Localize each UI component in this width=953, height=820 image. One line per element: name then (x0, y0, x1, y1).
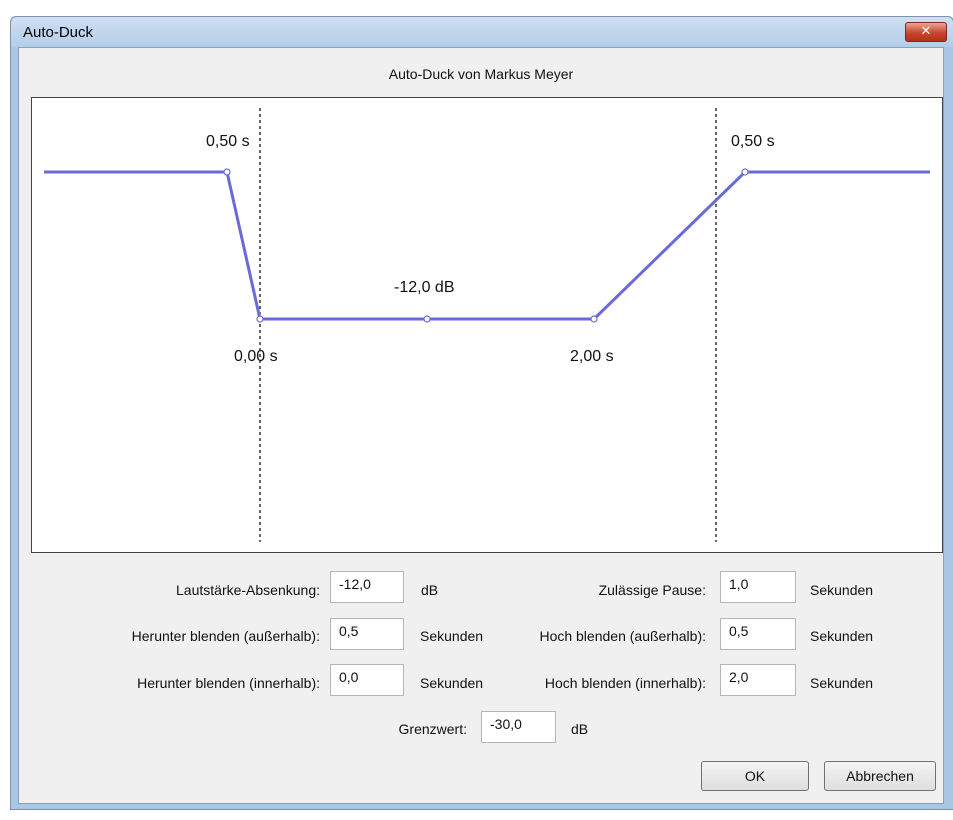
threshold-unit: dB (571, 721, 589, 737)
label-outer-fade-up: 0,50 s (731, 133, 775, 150)
envelope-graph[interactable]: 0,50 s 0,50 s -12,0 dB 0,00 s 2,00 s (31, 97, 943, 553)
threshold-label: Grenzwert: (398, 721, 467, 737)
dialog-client-area: Auto-Duck von Markus Meyer 0,50 s 0,50 s… (18, 47, 944, 804)
outer-fade-down-label: Herunter blenden (außerhalb): (131, 628, 320, 644)
outer-fade-up-unit: Sekunden (810, 628, 874, 644)
dialog-subtitle: Auto-Duck von Markus Meyer (388, 66, 574, 82)
label-inner-fade-up: 2,00 s (570, 348, 614, 365)
outer-fade-down-field[interactable]: 0,5 (330, 618, 404, 650)
label-duck-amount: -12,0 dB (394, 279, 455, 296)
outer-fade-up-field[interactable]: 0,5 (720, 618, 796, 650)
ok-button[interactable]: OK (701, 761, 809, 791)
max-pause-label: Zulässige Pause: (598, 582, 706, 598)
inner-fade-up-field[interactable]: 2,0 (720, 664, 796, 696)
window-title: Auto-Duck (23, 24, 94, 41)
handle-inner-fade-down[interactable] (256, 315, 264, 323)
inner-fade-up-unit: Sekunden (810, 675, 874, 691)
envelope-graph-canvas (44, 108, 930, 542)
handle-outer-fade-down[interactable] (223, 168, 231, 176)
outer-fade-up-label: Hoch blenden (außerhalb): (539, 628, 706, 644)
handle-inner-fade-up[interactable] (590, 315, 598, 323)
auto-duck-dialog: Auto-Duck ✕ Auto-Duck von Markus Meyer 0… (10, 16, 953, 810)
inner-fade-down-unit: Sekunden (420, 675, 484, 691)
threshold-field[interactable]: -30,0 (481, 711, 556, 743)
cancel-button[interactable]: Abbrechen (824, 761, 936, 791)
close-icon: ✕ (920, 24, 932, 39)
label-outer-fade-down: 0,50 s (206, 133, 250, 150)
label-inner-fade-down: 0,00 s (234, 348, 278, 365)
duck-amount-label: Lautstärke-Absenkung: (176, 582, 320, 598)
duck-amount-unit: dB (421, 582, 439, 598)
handle-outer-fade-up[interactable] (741, 168, 749, 176)
title-bar[interactable]: Auto-Duck ✕ (11, 17, 953, 47)
handle-duck-amount[interactable] (423, 315, 431, 323)
inner-fade-down-label: Herunter blenden (innerhalb): (137, 675, 320, 691)
envelope-line (44, 170, 930, 321)
close-button[interactable]: ✕ (905, 22, 947, 42)
max-pause-unit: Sekunden (810, 582, 874, 598)
inner-fade-down-field[interactable]: 0,0 (330, 664, 404, 696)
inner-fade-up-label: Hoch blenden (innerhalb): (544, 675, 706, 691)
outer-fade-down-unit: Sekunden (420, 628, 484, 644)
max-pause-field[interactable]: 1,0 (720, 571, 796, 603)
duck-amount-field[interactable]: -12,0 (330, 571, 404, 603)
